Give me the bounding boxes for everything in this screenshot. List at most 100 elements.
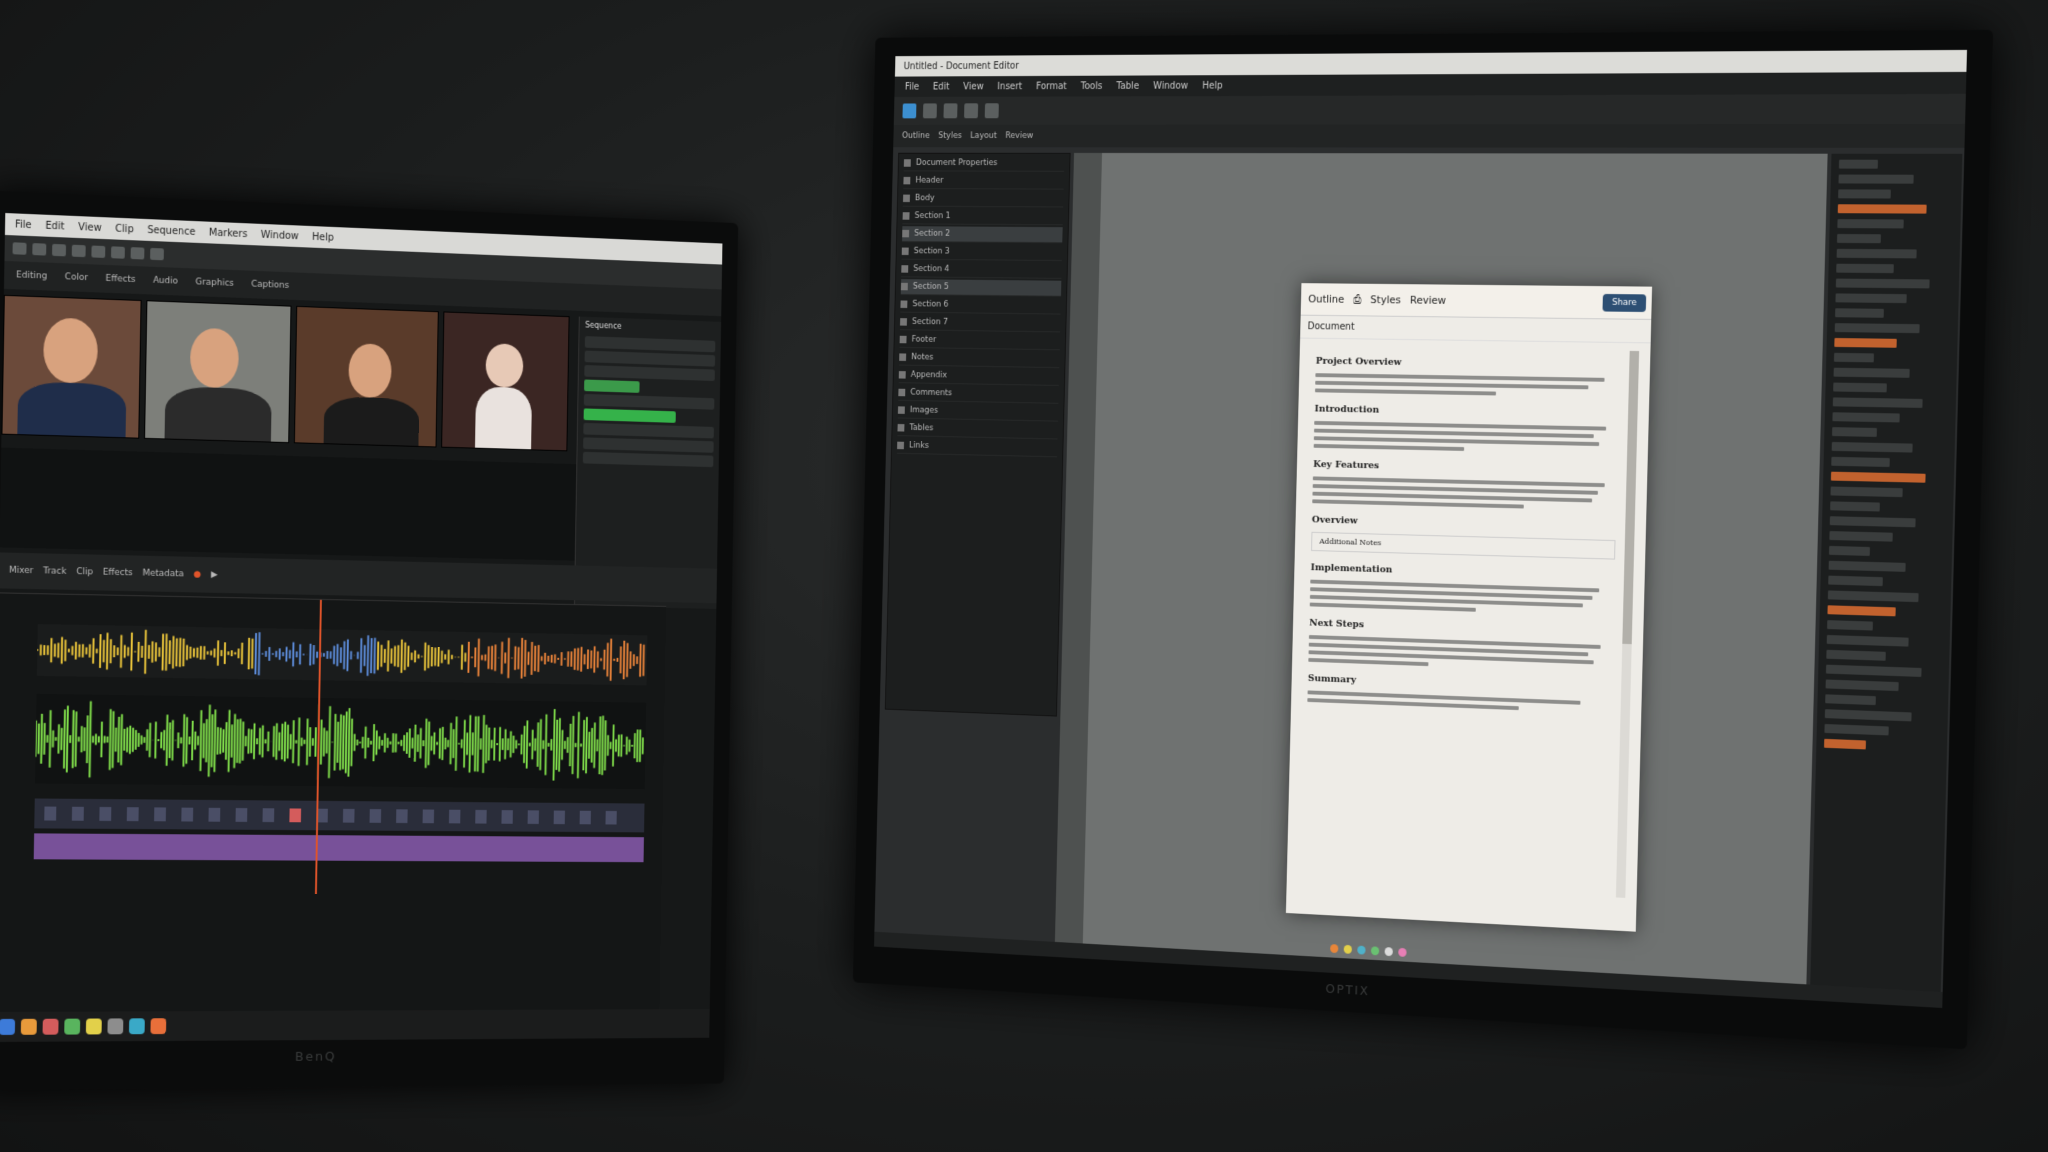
property-row[interactable] (1825, 694, 1876, 705)
property-row[interactable] (1834, 353, 1874, 363)
purple-track[interactable] (34, 833, 644, 862)
app-icon[interactable] (64, 1019, 80, 1035)
property-row[interactable] (1828, 590, 1919, 602)
property-row[interactable] (1838, 204, 1927, 213)
property-row[interactable] (1833, 383, 1887, 393)
doc-tool-review[interactable]: Review (1410, 294, 1446, 307)
menu-view[interactable]: View (78, 222, 101, 234)
tool-icon[interactable] (943, 103, 957, 118)
menu-format[interactable]: Format (1036, 81, 1067, 91)
tab-captions[interactable]: Captions (251, 280, 289, 291)
tool-icon[interactable] (150, 248, 164, 260)
video-clip-thumbnail[interactable] (294, 306, 439, 448)
property-row[interactable] (1831, 472, 1926, 483)
app-icon[interactable] (902, 103, 916, 118)
control-mixer[interactable]: Mixer (9, 566, 33, 576)
panel-row[interactable] (585, 351, 716, 367)
property-row[interactable] (1832, 412, 1899, 422)
app-icon[interactable] (150, 1018, 166, 1034)
tool-icon[interactable] (923, 103, 937, 118)
layer-item[interactable]: Comments (898, 385, 1059, 404)
menu-clip[interactable]: Clip (115, 223, 134, 235)
property-row[interactable] (1829, 561, 1906, 572)
taskbar-icon[interactable] (1357, 946, 1365, 955)
property-row[interactable] (1835, 293, 1906, 303)
taskbar-icon[interactable] (1398, 948, 1406, 957)
video-clip-thumbnail[interactable] (144, 300, 291, 443)
layer-item[interactable]: Header (903, 173, 1064, 189)
layer-item[interactable]: Section 3 (902, 244, 1063, 261)
layer-item[interactable]: Section 1 (902, 209, 1063, 226)
menu-edit[interactable]: Edit (933, 81, 950, 91)
tab-color[interactable]: Color (65, 272, 88, 283)
property-row[interactable] (1836, 279, 1930, 289)
share-button[interactable]: Share (1602, 293, 1646, 311)
property-row[interactable] (1829, 546, 1870, 556)
app-icon[interactable] (21, 1019, 37, 1035)
tool-icon[interactable] (13, 242, 27, 255)
panel-row[interactable] (583, 423, 714, 439)
tool-icon[interactable] (52, 244, 66, 256)
property-row[interactable] (1833, 397, 1923, 408)
document-scrollbar[interactable] (1616, 351, 1639, 898)
panel-row[interactable] (584, 394, 715, 410)
app-icon[interactable] (129, 1018, 145, 1034)
taskbar-icon[interactable] (1371, 946, 1379, 955)
property-row[interactable] (1831, 457, 1890, 467)
control-effects[interactable]: Effects (103, 568, 133, 579)
audio-track-yellow[interactable] (37, 624, 647, 685)
note-box[interactable]: Additional Notes (1311, 532, 1615, 560)
app-icon[interactable] (0, 1019, 15, 1035)
video-clip-thumbnail[interactable] (1, 295, 141, 439)
property-row[interactable] (1835, 323, 1920, 333)
taskbar-icon[interactable] (1385, 947, 1393, 956)
property-row[interactable] (1827, 605, 1895, 616)
app-icon[interactable] (86, 1018, 102, 1034)
property-row[interactable] (1827, 620, 1873, 630)
menu-sequence[interactable]: Sequence (147, 225, 195, 238)
property-row[interactable] (1832, 442, 1913, 453)
menu-file[interactable]: File (15, 219, 32, 231)
tool-icon[interactable] (111, 246, 125, 258)
property-row[interactable] (1826, 650, 1885, 661)
menu-help[interactable]: Help (312, 231, 334, 243)
menu-help[interactable]: Help (1202, 80, 1223, 91)
layer-item[interactable]: Section 2 (902, 226, 1063, 243)
property-row[interactable] (1837, 234, 1881, 243)
property-row[interactable] (1838, 189, 1891, 198)
print-icon[interactable]: ⎙ (1353, 293, 1361, 307)
property-row[interactable] (1826, 665, 1922, 677)
tool-icon[interactable] (985, 103, 999, 118)
layer-item[interactable]: Section 4 (901, 261, 1062, 278)
record-icon[interactable]: ● (194, 570, 202, 580)
control-track[interactable]: Track (43, 566, 66, 576)
tool-icon[interactable] (32, 243, 46, 256)
control-clip[interactable]: Clip (76, 567, 93, 577)
panel-row[interactable] (584, 365, 715, 381)
layer-item[interactable]: Section 7 (900, 314, 1061, 332)
control-metadata[interactable]: Metadata (142, 569, 184, 580)
tab-effects[interactable]: Effects (106, 274, 136, 285)
property-row[interactable] (1837, 249, 1917, 259)
tab-editing[interactable]: Editing (16, 270, 47, 281)
toolbar-outline[interactable]: Outline (902, 131, 930, 140)
document-body[interactable]: Project Overview Introduction Key Featur… (1302, 344, 1620, 914)
property-row[interactable] (1834, 368, 1910, 378)
menu-tools[interactable]: Tools (1081, 81, 1103, 91)
toolbar-layout[interactable]: Layout (970, 131, 997, 140)
property-row[interactable] (1837, 219, 1903, 228)
tool-icon[interactable] (131, 247, 145, 259)
property-row[interactable] (1832, 427, 1877, 437)
layer-item[interactable]: Section 6 (900, 297, 1061, 315)
menu-file[interactable]: File (905, 82, 920, 92)
property-row[interactable] (1824, 724, 1888, 735)
toolbar-styles[interactable]: Styles (938, 131, 962, 140)
property-row[interactable] (1827, 635, 1909, 647)
taskbar-icon[interactable] (1330, 944, 1338, 953)
property-row[interactable] (1829, 531, 1892, 542)
property-row[interactable] (1830, 516, 1916, 527)
menu-table[interactable]: Table (1116, 81, 1139, 91)
layer-item[interactable]: Tables (897, 420, 1058, 439)
property-row[interactable] (1836, 264, 1894, 273)
layer-item[interactable]: Section 5 (901, 279, 1062, 297)
